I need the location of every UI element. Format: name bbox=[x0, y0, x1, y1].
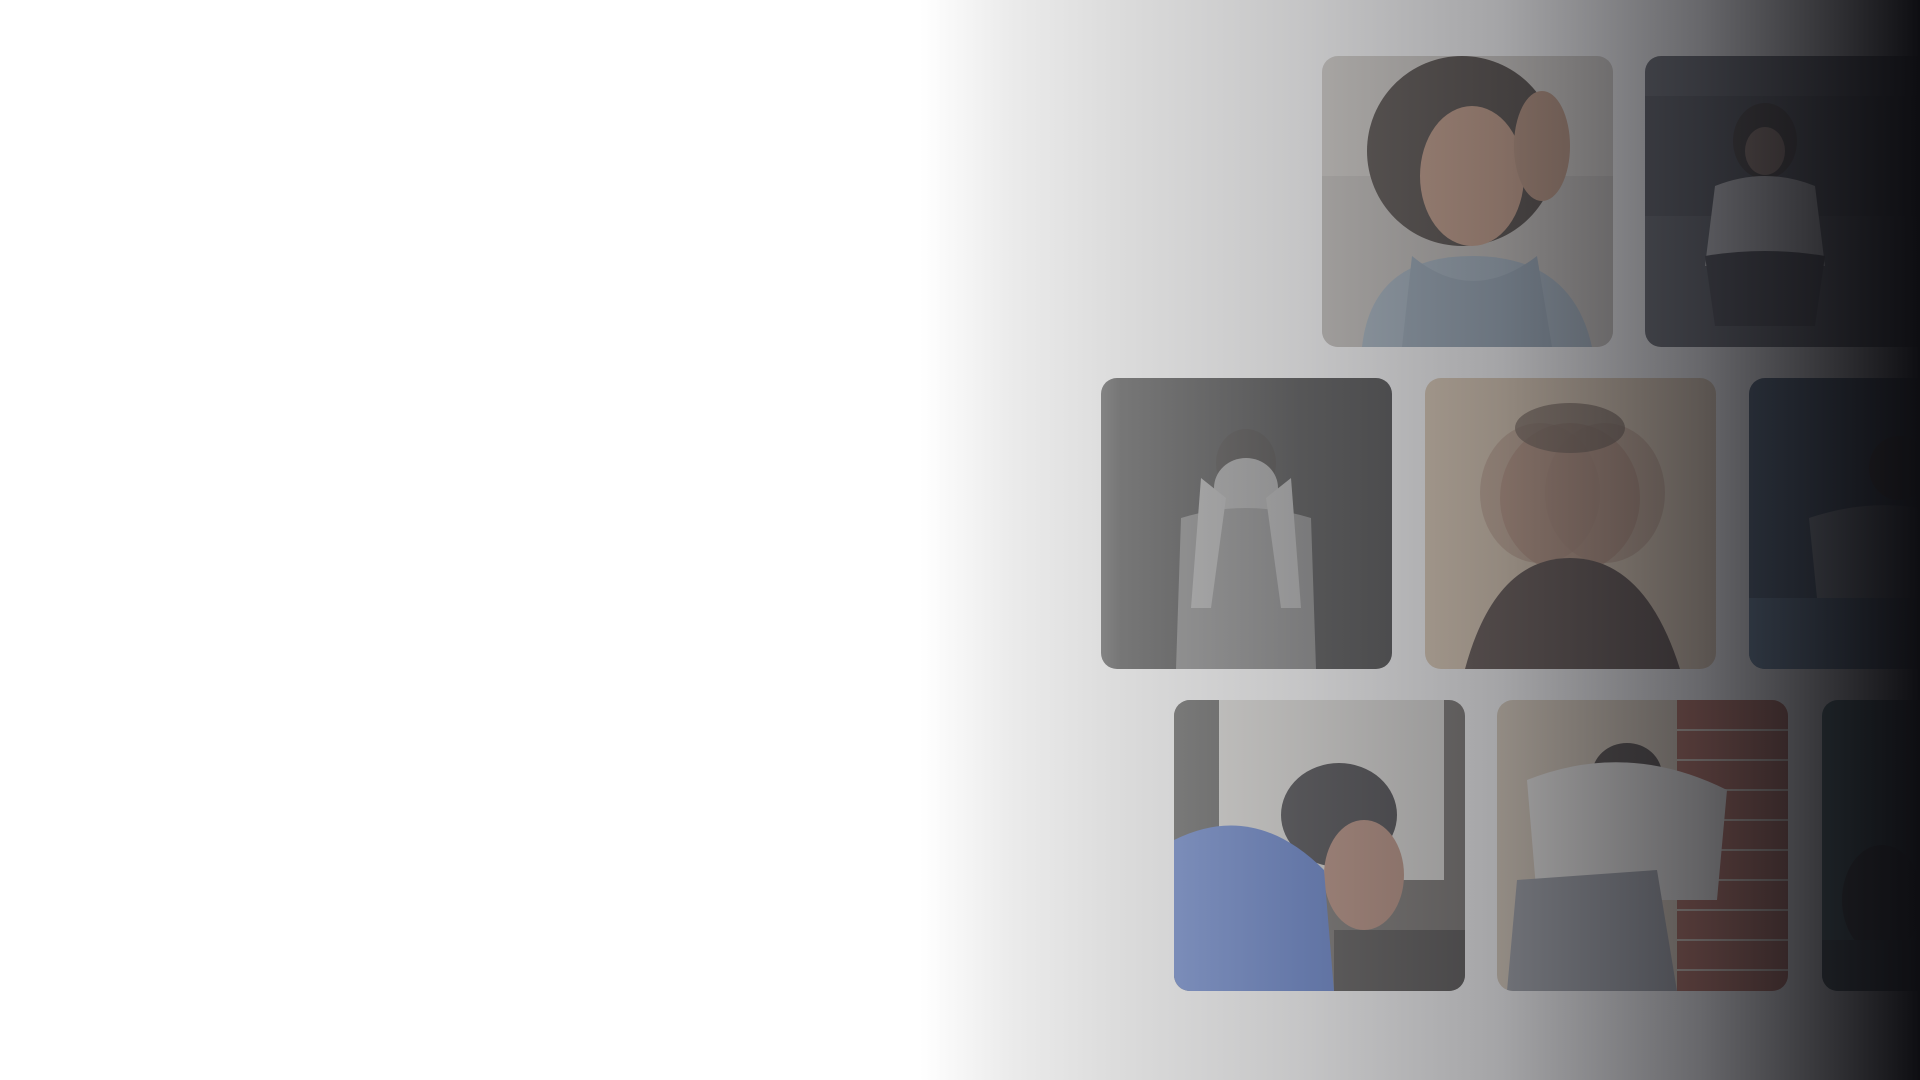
photo-tile-man-on-bed bbox=[1749, 378, 1920, 669]
photo-tile-woman-dark-room bbox=[1645, 56, 1920, 347]
photo-tile-man-blue-shirt bbox=[1174, 700, 1465, 991]
person-teal-room-image bbox=[1822, 700, 1920, 991]
woman-portrait-image bbox=[1322, 56, 1613, 347]
woman-sitting-image bbox=[1645, 56, 1920, 347]
man-blurred-image bbox=[1425, 378, 1716, 669]
man-brick-wall-image bbox=[1497, 700, 1788, 991]
photo-tile-man-covering-face bbox=[1101, 378, 1392, 669]
photo-tile-man-blurred-motion bbox=[1425, 378, 1716, 669]
man-covering-face-image bbox=[1101, 378, 1392, 669]
photo-tile-woman-curly-hair bbox=[1322, 56, 1613, 347]
man-on-bed-image bbox=[1749, 378, 1920, 669]
man-blue-shirt-image bbox=[1174, 700, 1465, 991]
photo-tile-person-teal-room bbox=[1822, 700, 1920, 991]
photo-tile-man-brick-wall bbox=[1497, 700, 1788, 991]
hero-banner bbox=[0, 0, 1920, 1080]
